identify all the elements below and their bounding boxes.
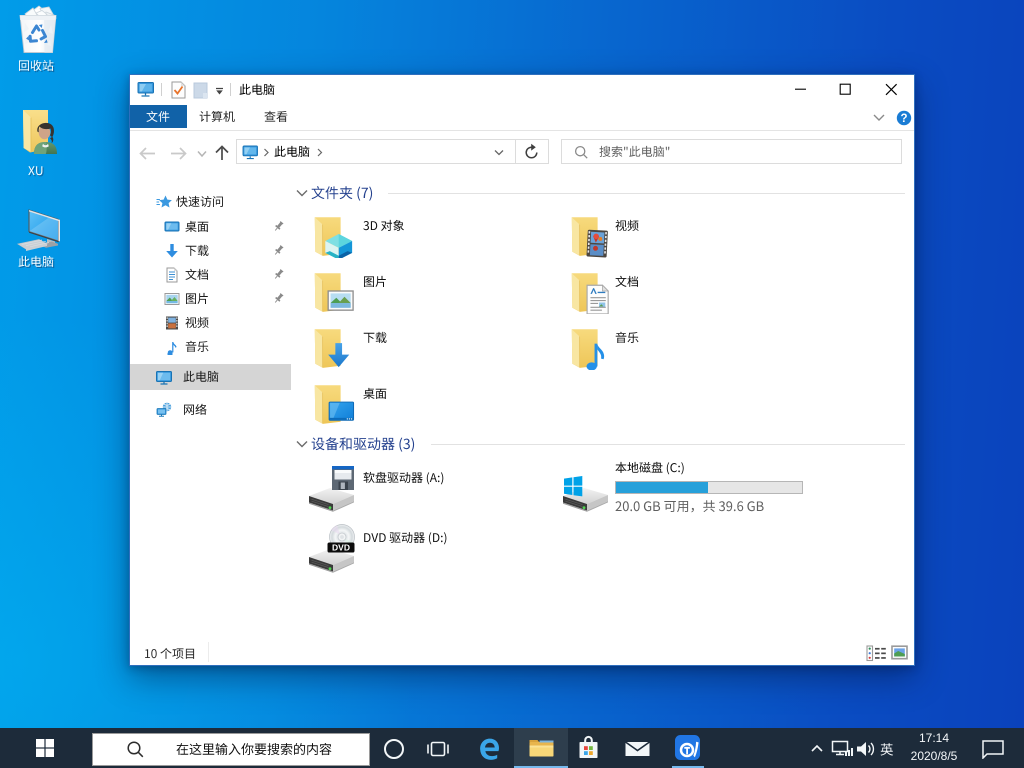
svg-text:?: ? [900,113,907,125]
svg-text:DVD: DVD [332,543,350,553]
